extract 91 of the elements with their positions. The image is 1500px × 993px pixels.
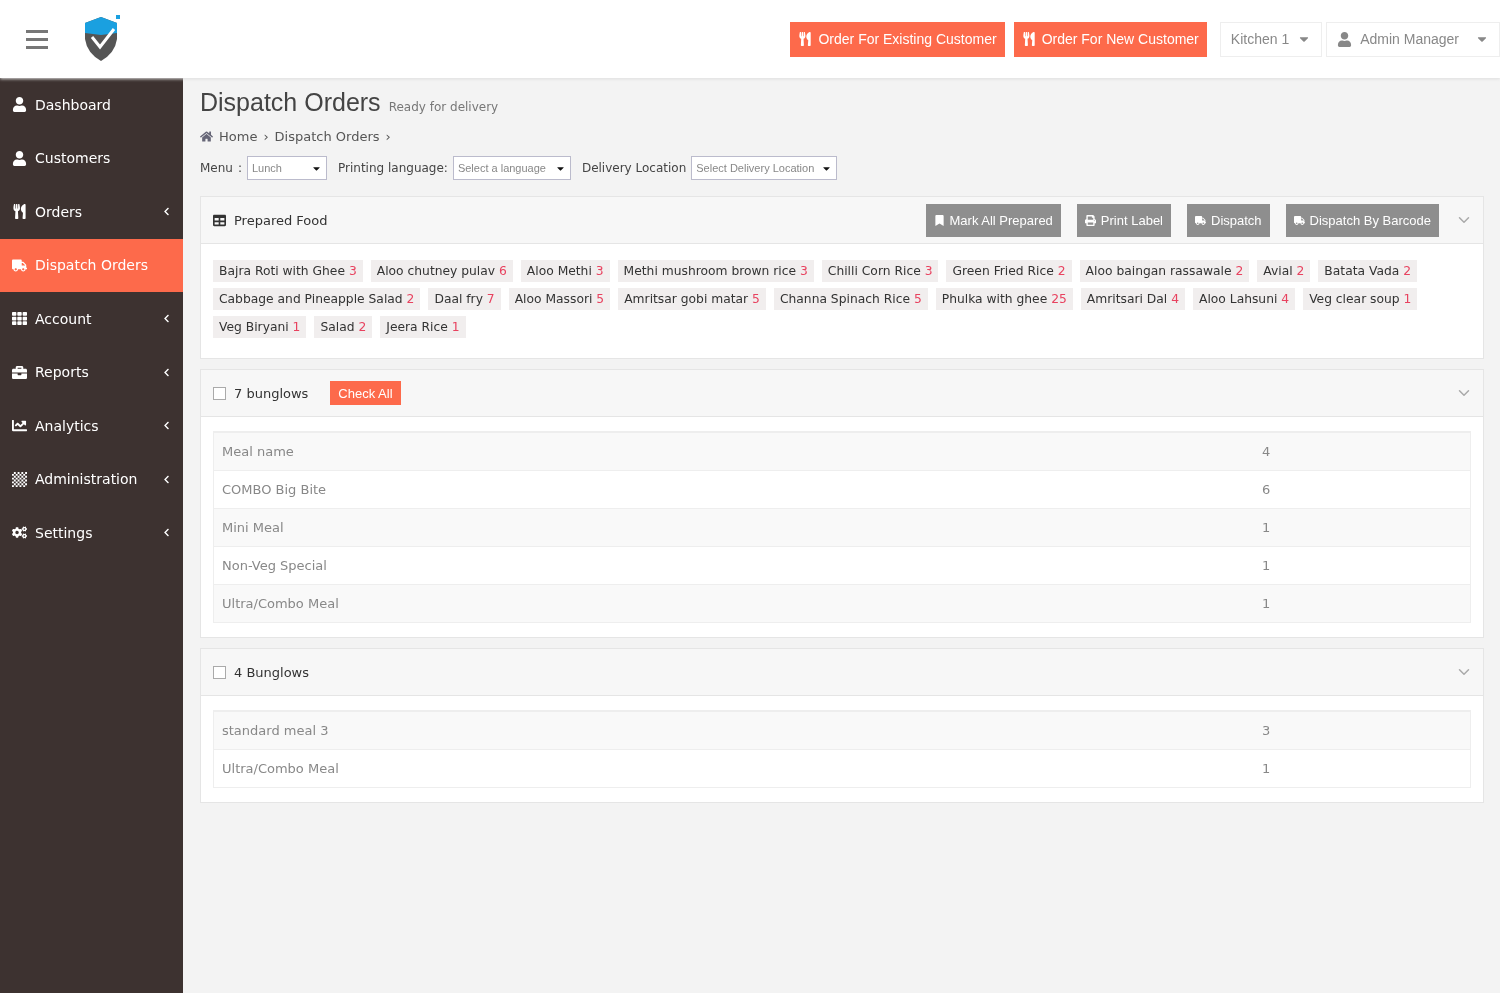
- food-tag: Aloo baingan rassawale 2: [1079, 260, 1250, 282]
- grid-icon: [12, 311, 27, 327]
- user-icon: [12, 97, 27, 113]
- fork-knife-icon: [1021, 32, 1036, 46]
- print-icon: [1084, 214, 1096, 226]
- breadcrumb-link[interactable]: Dispatch Orders: [274, 129, 380, 144]
- page-title: Dispatch Orders: [200, 88, 381, 117]
- user-menu[interactable]: Admin Manager: [1326, 21, 1500, 57]
- filter-select[interactable]: Select a language: [452, 156, 571, 180]
- bookmark-icon: [933, 214, 945, 226]
- food-tag: Avial 2: [1257, 260, 1311, 282]
- order-button[interactable]: Order For Existing Customer: [790, 21, 1005, 57]
- filter-label: Printing language:: [338, 161, 448, 175]
- truck-icon: [1293, 214, 1305, 226]
- meal-name: standard meal 3: [222, 723, 330, 738]
- food-tag: Methi mushroom brown rice 3: [617, 260, 814, 282]
- sidebar-item[interactable]: Analytics: [0, 399, 183, 453]
- food-tag: Green Fried Rice 2: [946, 260, 1072, 282]
- food-tag: Aloo Lahsuni 4: [1193, 288, 1296, 310]
- food-tag: Amritsari Dal 4: [1080, 288, 1185, 310]
- check-all-button[interactable]: Check All: [330, 381, 401, 405]
- meal-count: 3: [1262, 723, 1272, 738]
- food-tag: Aloo Massori 5: [508, 288, 611, 310]
- meal-count: 6: [1262, 482, 1272, 497]
- sidebar-item[interactable]: Orders: [0, 185, 183, 239]
- meal-count: 1: [1262, 520, 1272, 535]
- food-tag: Channa Spinach Rice 5: [773, 288, 928, 310]
- meal-name: Ultra/Combo Meal: [222, 596, 340, 611]
- kitchen-dropdown[interactable]: Kitchen 1: [1219, 21, 1323, 57]
- meal-name: COMBO Big Bite: [222, 482, 328, 497]
- food-tag: Phulka with ghee 25: [935, 288, 1073, 310]
- meal-count: 1: [1262, 596, 1272, 611]
- food-tag: Jeera Rice 1: [380, 316, 466, 338]
- home-icon: [200, 130, 213, 143]
- action-button[interactable]: Dispatch: [1187, 203, 1270, 237]
- filter-label: Menu: [200, 161, 233, 175]
- meal-count: 4: [1262, 444, 1272, 459]
- sidebar-item[interactable]: Account: [0, 292, 183, 346]
- food-tag: Amritsar gobi matar 5: [618, 288, 766, 310]
- meal-count: 1: [1262, 558, 1272, 573]
- food-tag: Aloo Methi 3: [520, 260, 610, 282]
- breadcrumb-link[interactable]: Home: [219, 129, 258, 144]
- fork-knife-icon: [798, 32, 813, 46]
- food-tag: Cabbage and Pineapple Salad 2: [213, 288, 421, 310]
- meal-count: 1: [1262, 761, 1272, 776]
- truck-icon: [12, 257, 27, 273]
- sidebar-item[interactable]: Dispatch Orders: [0, 238, 183, 292]
- fork-knife-icon: [12, 204, 27, 220]
- group-title: 7 bunglows: [234, 385, 309, 401]
- truck-icon: [1195, 214, 1206, 226]
- breadcrumb-separator: ›: [263, 129, 269, 144]
- food-tag: Salad 2: [314, 316, 373, 338]
- chart-icon: [12, 418, 27, 434]
- page-subtitle: Ready for delivery: [388, 100, 499, 114]
- checkbox[interactable]: [213, 665, 226, 679]
- food-tag: Chilli Corn Rice 3: [821, 260, 939, 282]
- filter-label: Delivery Location: [581, 161, 687, 175]
- checkbox[interactable]: [213, 386, 226, 400]
- meal-name: Ultra/Combo Meal: [222, 761, 340, 776]
- food-tag: Veg clear soup 1: [1303, 288, 1418, 310]
- table-icon: [213, 213, 226, 227]
- filter-select[interactable]: Select Delivery Location: [691, 156, 838, 180]
- action-button[interactable]: Mark All Prepared: [925, 203, 1061, 237]
- meal-name: Non-Veg Special: [222, 558, 328, 573]
- order-button[interactable]: Order For New Customer: [1013, 21, 1207, 57]
- meal-name: Meal name: [222, 444, 295, 459]
- shield-logo: [82, 15, 122, 63]
- action-button[interactable]: Print Label: [1076, 203, 1171, 237]
- gears-icon: [12, 525, 27, 541]
- sidebar-item[interactable]: Administration: [0, 452, 183, 506]
- food-tag: Batata Vada 2: [1318, 260, 1418, 282]
- filter-separator: :: [237, 161, 242, 175]
- food-tag: Bajra Roti with Ghee 3: [213, 260, 363, 282]
- meal-name: Mini Meal: [222, 520, 285, 535]
- checker-icon: [12, 471, 27, 487]
- user-icon: [12, 150, 27, 166]
- menu-icon[interactable]: [26, 28, 48, 50]
- food-tag: Aloo chutney pulav 6: [370, 260, 513, 282]
- user-icon: [1337, 31, 1353, 47]
- breadcrumb-separator: ›: [385, 129, 391, 144]
- sidebar-item[interactable]: Reports: [0, 345, 183, 399]
- filter-select[interactable]: Lunch: [247, 156, 327, 180]
- panel-title: Prepared Food: [234, 212, 328, 228]
- group-title: 4 Bunglows: [234, 664, 310, 680]
- briefcase-icon: [12, 364, 27, 380]
- food-tag: Daal fry 7: [428, 288, 501, 310]
- action-button[interactable]: Dispatch By Barcode: [1285, 203, 1439, 237]
- sidebar-item[interactable]: Customers: [0, 131, 183, 185]
- sidebar-item[interactable]: Settings: [0, 506, 183, 560]
- food-tag: Veg Biryani 1: [213, 316, 307, 338]
- sidebar-item[interactable]: Dashboard: [0, 78, 183, 132]
